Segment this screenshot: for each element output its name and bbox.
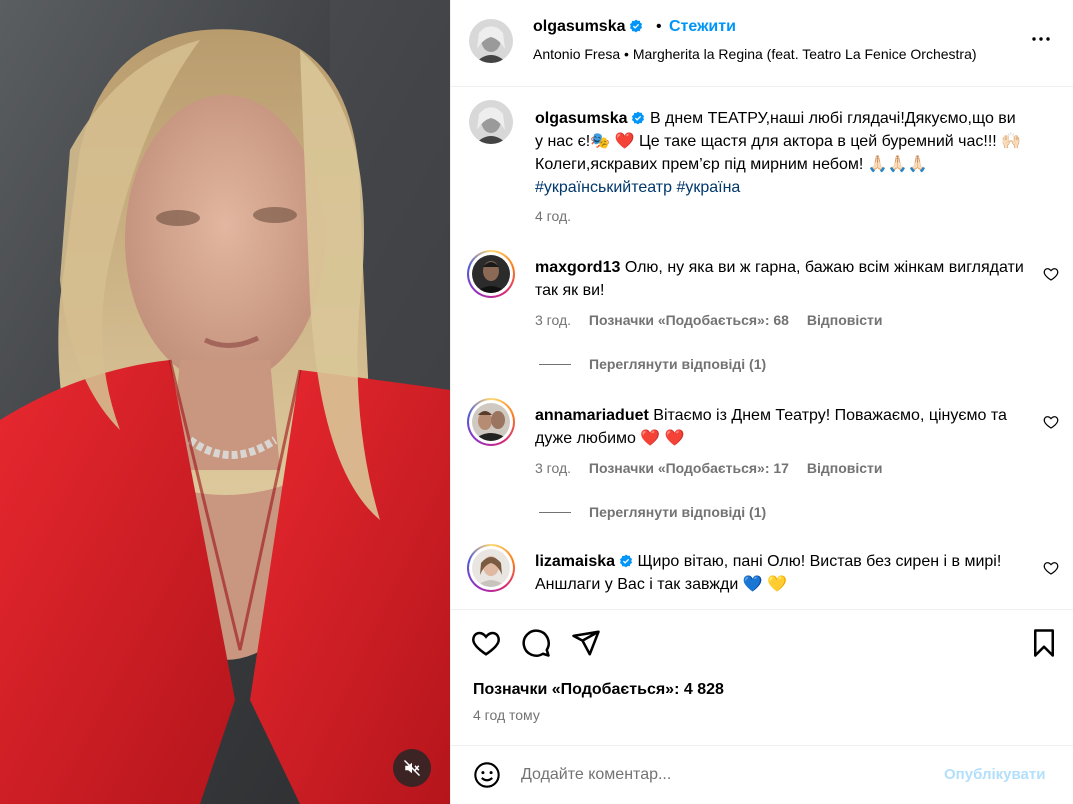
comment-likes-count[interactable]: Позначки «Подобається»: 17 <box>589 460 789 476</box>
comment-composer: Опублікувати <box>451 745 1073 804</box>
comment-avatar <box>472 255 510 293</box>
post-photo[interactable] <box>0 0 450 804</box>
comment-username[interactable]: lizamaiska <box>535 553 633 570</box>
bookmark-icon[interactable] <box>1029 628 1059 658</box>
verified-badge-icon <box>630 19 643 33</box>
author-username[interactable]: olgasumska <box>533 18 643 36</box>
comment-avatar-story-ring[interactable] <box>467 398 515 446</box>
separator-dot: • <box>656 18 662 35</box>
comment-like-heart-icon[interactable] <box>1043 560 1059 576</box>
caption-username[interactable]: olgasumska <box>535 110 645 127</box>
reply-button[interactable]: Відповісти <box>807 312 883 328</box>
view-replies-button[interactable]: Переглянути відповіді (1) <box>539 356 766 372</box>
post-comment-button[interactable]: Опублікувати <box>944 766 1045 783</box>
comment-likes-count[interactable]: Позначки «Подобається»: 68 <box>589 312 789 328</box>
comment-meta: 3 год. Позначки «Подобається»: 68 Відпов… <box>535 312 897 328</box>
comment-like-heart-icon[interactable] <box>1043 266 1059 282</box>
mute-icon <box>403 759 421 777</box>
follow-button[interactable]: Стежити <box>669 18 736 36</box>
mute-button[interactable] <box>393 749 431 787</box>
emoji-icon[interactable] <box>473 761 501 789</box>
post-time[interactable]: 4 год тому <box>473 707 540 723</box>
comment-avatar-story-ring[interactable] <box>467 544 515 592</box>
comment-meta: 3 год. Позначки «Подобається»: 17 Відпов… <box>535 460 897 476</box>
comment-text-block: lizamaiska Щиро вітаю, пані Олю! Вистав … <box>535 550 1027 596</box>
post-photo-image <box>0 0 450 804</box>
replies-line <box>539 511 571 513</box>
caption-text-block: olgasumska В днем ТЕАТРУ,наші любі гляда… <box>535 107 1027 199</box>
share-icon[interactable] <box>571 628 601 658</box>
comment-time[interactable]: 3 год. <box>535 312 571 328</box>
view-replies-label: Переглянути відповіді (1) <box>589 356 767 372</box>
author-avatar[interactable] <box>469 19 513 63</box>
post-actions: Позначки «Подобається»: 4 828 4 год тому <box>451 609 1073 749</box>
comment-time[interactable]: 3 год. <box>535 460 571 476</box>
comments-list[interactable]: olgasumska В днем ТЕАТРУ,наші любі гляда… <box>451 88 1073 608</box>
comment-input[interactable] <box>521 760 921 790</box>
caption-meta: 4 год. <box>535 208 585 224</box>
comment-like-heart-icon[interactable] <box>1043 414 1059 430</box>
caption-time[interactable]: 4 год. <box>535 208 571 224</box>
reply-button[interactable]: Відповісти <box>807 460 883 476</box>
comment-avatar <box>472 549 510 587</box>
more-options-icon[interactable] <box>1029 27 1053 51</box>
comment-avatar-story-ring[interactable] <box>467 250 515 298</box>
comment-text-block: annamariaduet Вітаємо із Днем Театру! По… <box>535 404 1027 450</box>
comment-avatar <box>472 403 510 441</box>
post-side-panel: olgasumska • Стежити Antonio Fresa • Mar… <box>450 0 1073 804</box>
replies-line <box>539 363 571 365</box>
caption-hashtags[interactable]: #українськийтеатр #україна <box>535 176 1027 199</box>
caption-avatar[interactable] <box>469 100 513 144</box>
comment-text-block: maxgord13 Олю, ну яка ви ж гарна, бажаю … <box>535 256 1027 302</box>
post-header: olgasumska • Стежити Antonio Fresa • Mar… <box>451 0 1073 87</box>
comment-username[interactable]: annamariaduet <box>535 407 649 424</box>
verified-badge-icon <box>632 111 645 125</box>
verified-badge-icon <box>619 554 633 568</box>
view-replies-label: Переглянути відповіді (1) <box>589 504 767 520</box>
post-likes-count[interactable]: Позначки «Подобається»: 4 828 <box>473 681 724 699</box>
audio-track-link[interactable]: Antonio Fresa • Margherita la Regina (fe… <box>533 46 977 62</box>
view-replies-button[interactable]: Переглянути відповіді (1) <box>539 504 766 520</box>
heart-icon[interactable] <box>471 628 501 658</box>
comment-icon[interactable] <box>521 628 551 658</box>
comment-username[interactable]: maxgord13 <box>535 259 620 276</box>
